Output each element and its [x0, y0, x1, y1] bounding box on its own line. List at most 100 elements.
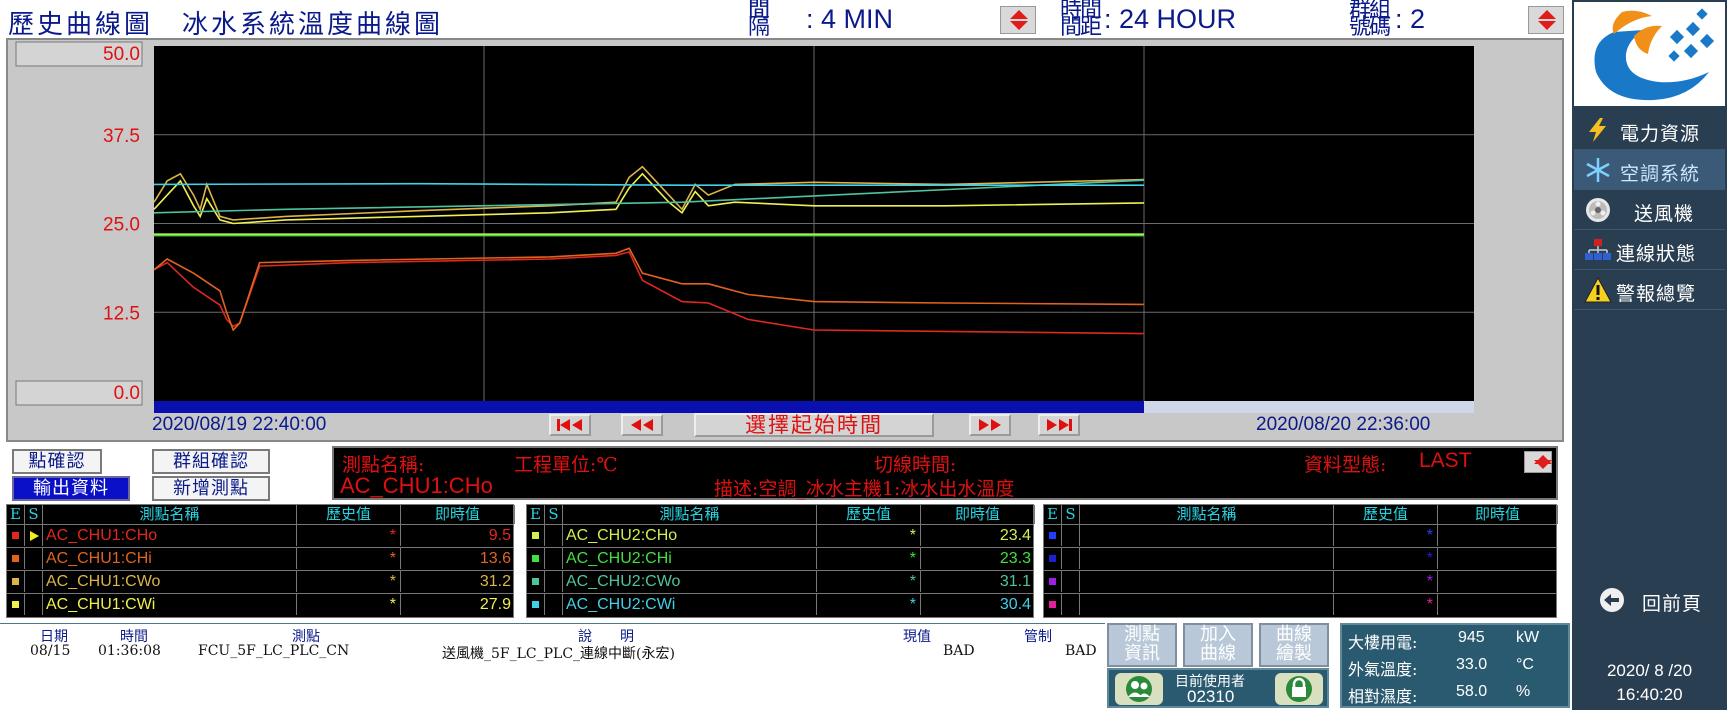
humidity-unit: %: [1516, 683, 1531, 700]
trend-chart[interactable]: 50.0 37.5 25.0 12.5 0.0: [8, 40, 1562, 440]
enable-cell[interactable]: [527, 594, 545, 615]
company-logo: [1572, 0, 1727, 108]
table-row[interactable]: AC_CHU1:CWo * 31.2: [7, 570, 513, 592]
clock-time: 16:40:20: [1616, 685, 1683, 704]
color-swatch: [1049, 532, 1056, 539]
interval-value: : 4 MIN: [806, 4, 894, 34]
realtime-value-cell: [1438, 525, 1558, 546]
sidebar-item-connection[interactable]: 連線狀態: [1574, 230, 1725, 270]
select-cell[interactable]: [545, 525, 563, 546]
select-cell[interactable]: [25, 571, 43, 592]
select-cell[interactable]: [545, 594, 563, 615]
sidebar-item-fan[interactable]: 送風機: [1574, 190, 1725, 230]
enable-cell[interactable]: [1044, 571, 1062, 592]
table-row[interactable]: AC_CHU1:CWi * 27.9: [7, 593, 513, 615]
group-confirm-button[interactable]: 群組確認: [152, 449, 270, 474]
data-type-spinner-button[interactable]: [1524, 451, 1552, 473]
power-unit: kW: [1516, 629, 1540, 646]
data-type-label: 資料型態:: [1304, 454, 1387, 476]
table-row[interactable]: *: [1044, 593, 1556, 615]
table-row[interactable]: AC_CHU2:CHi * 23.3: [527, 547, 1033, 569]
realtime-value-cell: 30.4: [999, 596, 1031, 613]
draw-curve-button[interactable]: 曲線 繪製: [1259, 623, 1329, 667]
table-row[interactable]: *: [1044, 547, 1556, 569]
enable-cell[interactable]: [1044, 525, 1062, 546]
lock-icon-button[interactable]: [1275, 673, 1323, 705]
select-start-time-button[interactable]: 選擇起始時間: [694, 413, 934, 437]
column-header-name: 測點名稱: [563, 505, 817, 524]
group-spinner-button[interactable]: [1528, 6, 1564, 34]
point-name-cell: [1080, 594, 1334, 615]
table-row[interactable]: AC_CHU2:CHo * 23.4: [527, 524, 1033, 546]
back-button[interactable]: 回前頁: [1574, 580, 1725, 620]
table-row[interactable]: AC_CHU2:CWo * 31.1: [527, 570, 1033, 592]
enable-cell[interactable]: [7, 525, 25, 546]
first-page-button[interactable]: [549, 414, 591, 436]
group-value: : 2: [1395, 4, 1426, 34]
table-row[interactable]: *: [1044, 570, 1556, 592]
unit-label: 工程單位:℃: [514, 454, 618, 476]
select-cell[interactable]: [1062, 548, 1080, 569]
sidebar-item-alarms[interactable]: 警報總覽: [1574, 270, 1725, 310]
table-row[interactable]: AC_CHU2:CWi * 30.4: [527, 593, 1033, 615]
select-cell[interactable]: [1062, 571, 1080, 592]
y-tick-label: 37.5: [103, 126, 140, 147]
snowflake-icon: [1586, 158, 1610, 182]
select-cell[interactable]: [25, 594, 43, 615]
realtime-value-cell: [1438, 594, 1558, 615]
point-name-cell: AC_CHU2:CWo: [563, 571, 817, 592]
humidity-row: 相對濕度: 58.0 %: [1348, 683, 1531, 706]
enable-cell[interactable]: [527, 571, 545, 592]
column-header-name: 測點名稱: [1080, 505, 1334, 524]
add-point-button[interactable]: 新增測點: [152, 476, 270, 501]
point-name-cell: AC_CHU2:CHi: [563, 548, 817, 569]
table-row[interactable]: AC_CHU1:CHi * 13.6: [7, 547, 513, 569]
select-cell[interactable]: [1062, 594, 1080, 615]
enable-cell[interactable]: [1044, 548, 1062, 569]
last-page-button[interactable]: [1038, 414, 1080, 436]
select-cell[interactable]: [25, 548, 43, 569]
export-data-button[interactable]: 輸出資料: [12, 476, 130, 501]
sidebar-item-power[interactable]: 電力資源: [1574, 110, 1725, 150]
rewind-icon: [631, 419, 653, 431]
y-tick-label: 50.0: [103, 44, 140, 65]
enable-cell[interactable]: [527, 548, 545, 569]
point-info-panel: 測點名稱: 工程單位:℃ 切線時間: 資料型態: LAST AC_CHU1:CH…: [332, 446, 1558, 500]
select-cell[interactable]: [545, 571, 563, 592]
table-row[interactable]: *: [1044, 524, 1556, 546]
enable-cell[interactable]: [7, 548, 25, 569]
enable-cell[interactable]: [527, 525, 545, 546]
column-header-history: 歷史值: [297, 505, 401, 524]
enable-cell[interactable]: [1044, 594, 1062, 615]
column-header-name: 測點名稱: [43, 505, 297, 524]
interval-spinner-button[interactable]: [1000, 6, 1036, 34]
sidebar-item-hvac[interactable]: 空調系統: [1574, 150, 1725, 190]
select-cell[interactable]: [1062, 525, 1080, 546]
rewind-button[interactable]: [621, 414, 663, 436]
enable-cell[interactable]: [7, 594, 25, 615]
color-swatch: [532, 601, 539, 608]
table-row[interactable]: AC_CHU1:CHo * 9.5: [7, 524, 513, 546]
add-curve-button[interactable]: 加入 曲線: [1183, 623, 1253, 667]
select-cell[interactable]: [25, 525, 43, 546]
select-cell[interactable]: [545, 548, 563, 569]
humidity-value: 58.0: [1456, 683, 1488, 700]
temp-row: 外氣溫度: 33.0 °C: [1348, 656, 1534, 679]
table-header: E S 測點名稱 歷史值 即時值: [7, 505, 515, 524]
realtime-value-cell: [1438, 571, 1558, 592]
time-scroll-thumb: [154, 401, 1144, 413]
point-confirm-button[interactable]: 點確認: [12, 449, 102, 474]
enable-cell[interactable]: [7, 571, 25, 592]
color-swatch: [532, 532, 539, 539]
duration-value: : 24 HOUR: [1104, 4, 1237, 34]
lock-icon: [1286, 676, 1312, 702]
fast-forward-button[interactable]: [969, 414, 1011, 436]
point-info-button[interactable]: 測點 資訊: [1107, 623, 1177, 667]
history-value-cell: *: [297, 525, 401, 546]
back-arrow-icon: [1600, 588, 1624, 612]
point-name-cell: AC_CHU1:CHi: [43, 548, 297, 569]
column-header-history: 歷史值: [817, 505, 921, 524]
color-swatch: [532, 555, 539, 562]
point-name-cell: AC_CHU1:CWo: [43, 571, 297, 592]
users-icon-button[interactable]: [1115, 673, 1163, 705]
